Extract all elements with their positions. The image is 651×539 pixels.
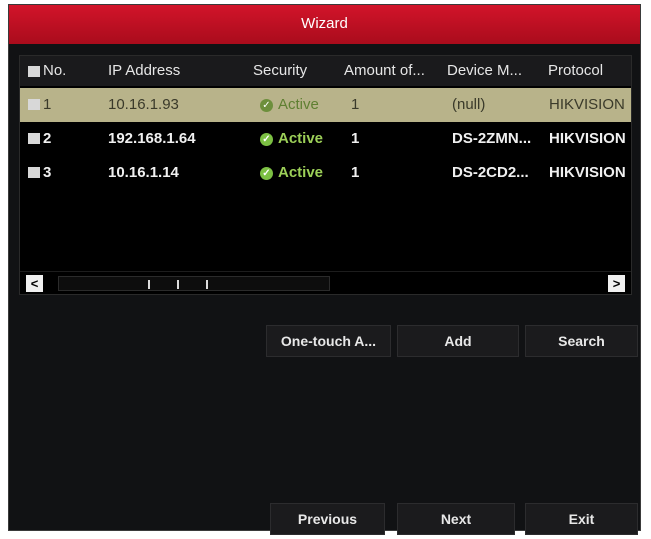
row-checkbox-icon[interactable] xyxy=(28,99,40,110)
row-security-label: Active xyxy=(278,164,324,181)
row-amount: 1 xyxy=(351,164,360,181)
row-amount: 1 xyxy=(351,96,360,113)
row-no: 3 xyxy=(43,164,52,181)
row-checkbox-icon[interactable] xyxy=(28,133,40,144)
row-device-model: DS-2CD2... xyxy=(452,164,529,181)
thumb-grip xyxy=(206,280,208,289)
dialog-title: Wizard xyxy=(9,5,640,44)
row-protocol: HIKVISION xyxy=(549,130,626,147)
scroll-right-icon[interactable]: > xyxy=(608,275,625,292)
table-header: No. IP Address Security Amount of... Dev… xyxy=(20,56,631,86)
row-device-model: (null) xyxy=(452,96,486,113)
next-button[interactable]: Next xyxy=(397,503,515,535)
row-security-label: Active xyxy=(278,96,319,113)
header-security[interactable]: Security xyxy=(253,56,335,86)
header-amount[interactable]: Amount of... xyxy=(344,56,444,86)
row-security-label: Active xyxy=(278,130,324,147)
table-row[interactable]: 1 10.16.1.93 ✓ Active 1 (null) HIKVISION xyxy=(20,88,631,122)
row-amount: 1 xyxy=(351,130,360,147)
active-check-icon: ✓ xyxy=(260,167,273,180)
row-device-model: DS-2ZMN... xyxy=(452,130,532,147)
header-ip-address[interactable]: IP Address xyxy=(108,56,243,86)
table-row[interactable]: 3 10.16.1.14 ✓ Active 1 DS-2CD2... HIKVIS… xyxy=(20,156,631,190)
header-protocol[interactable]: Protocol xyxy=(548,56,632,86)
active-check-icon: ✓ xyxy=(260,99,273,112)
search-button[interactable]: Search xyxy=(525,325,638,357)
row-no: 2 xyxy=(43,130,52,147)
select-all-checkbox-icon[interactable] xyxy=(28,66,40,77)
horizontal-scrollbar[interactable]: < > xyxy=(20,271,631,294)
scroll-left-icon[interactable]: < xyxy=(26,275,43,292)
thumb-grip xyxy=(148,280,150,289)
exit-button[interactable]: Exit xyxy=(525,503,638,535)
header-no[interactable]: No. xyxy=(43,56,103,86)
row-ip-address: 10.16.1.14 xyxy=(108,164,179,181)
add-button[interactable]: Add xyxy=(397,325,519,357)
active-check-icon: ✓ xyxy=(260,133,273,146)
one-touch-add-button[interactable]: One-touch A... xyxy=(266,325,391,357)
previous-button[interactable]: Previous xyxy=(270,503,385,535)
row-security: ✓ Active xyxy=(260,122,342,156)
row-ip-address: 10.16.1.93 xyxy=(108,96,179,113)
table-row[interactable]: 2 192.168.1.64 ✓ Active 1 DS-2ZMN... HIKV… xyxy=(20,122,631,156)
header-device-model[interactable]: Device M... xyxy=(447,56,539,86)
device-table: No. IP Address Security Amount of... Dev… xyxy=(19,55,632,295)
row-protocol: HIKVISION xyxy=(549,164,626,181)
row-no: 1 xyxy=(43,96,52,113)
scrollbar-thumb[interactable] xyxy=(58,276,330,291)
row-protocol: HIKVISION xyxy=(549,96,625,113)
row-security: ✓ Active xyxy=(260,156,342,190)
wizard-dialog: Wizard No. IP Address Security Amount of… xyxy=(8,4,641,535)
row-checkbox-icon[interactable] xyxy=(28,167,40,178)
row-security: ✓ Active xyxy=(260,88,342,122)
row-ip-address: 192.168.1.64 xyxy=(108,130,196,147)
thumb-grip xyxy=(177,280,179,289)
